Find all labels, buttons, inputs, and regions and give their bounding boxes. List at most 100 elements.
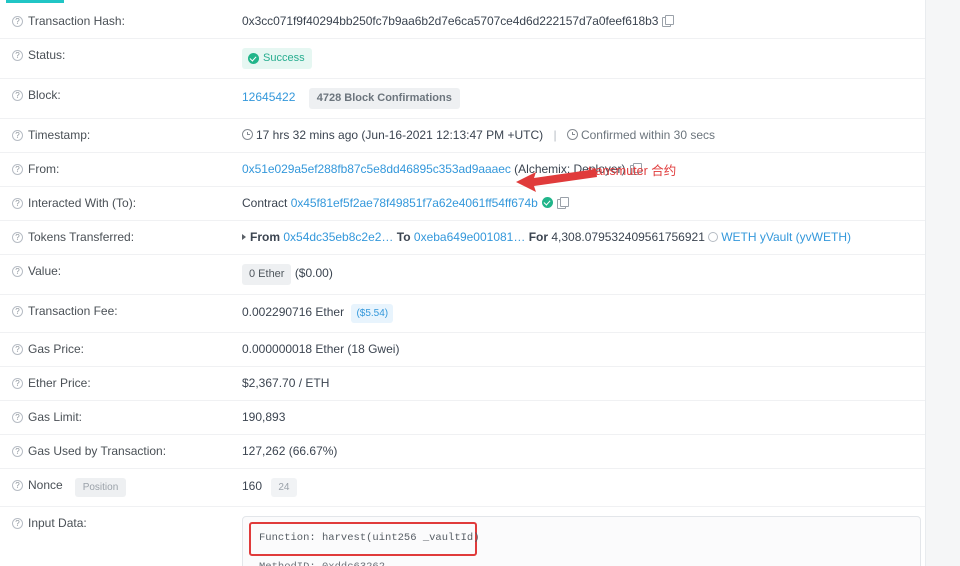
to-label: To — [396, 230, 411, 244]
row-value-gas-price: 0.000000018 Ether (18 Gwei) — [242, 342, 400, 356]
row-interacted-with: ? Interacted With (To): Contract 0x45f81… — [0, 187, 925, 221]
row-value-tokens-transferred: From 0x54dc35eb8c2e2… To 0xeba649e001081… — [242, 230, 925, 245]
help-icon[interactable]: ? — [12, 306, 23, 317]
help-icon[interactable]: ? — [12, 266, 23, 277]
label-text: Gas Used by Transaction: — [28, 444, 167, 458]
row-value-transaction-fee: 0.002290716 Ether ($5.54) — [242, 304, 925, 323]
row-value-value: 0 Ether ($0.00) — [242, 264, 925, 285]
input-function-line: Function: harvest(uint256 _vaultId) — [259, 532, 480, 544]
fee-usd-badge: ($5.54) — [351, 304, 394, 323]
row-value-gas-limit: 190,893 — [242, 410, 286, 424]
row-label-transaction-hash: ? Transaction Hash: — [0, 14, 242, 29]
help-icon[interactable]: ? — [12, 50, 23, 61]
for-label: For — [528, 230, 549, 244]
contract-address-link[interactable]: 0x45f81ef5f2ae78f49851f7a62e4061ff54ff67… — [291, 196, 538, 210]
value-ether-badge: 0 Ether — [242, 264, 292, 285]
confirmed-within-text: Confirmed within 30 secs — [580, 128, 716, 142]
row-transaction-fee: ? Transaction Fee: 0.002290716 Ether ($5… — [0, 295, 925, 333]
help-icon[interactable]: ? — [12, 16, 23, 27]
token-to-address-link[interactable]: 0xeba649e001081… — [414, 230, 525, 244]
help-icon[interactable]: ? — [12, 344, 23, 355]
row-from: ? From: 0x51e029a5ef288fb87c5e8dd46895c3… — [0, 153, 925, 187]
row-label-gas-used: ? Gas Used by Transaction: — [0, 444, 242, 459]
row-label-input-data: ? Input Data: — [0, 516, 242, 531]
row-transaction-hash: ? Transaction Hash: 0x3cc071f9f40294bb25… — [0, 5, 925, 39]
input-data-textarea[interactable]: Function: harvest(uint256 _vaultId) Meth… — [242, 516, 921, 566]
row-gas-used: ? Gas Used by Transaction: 127,262 (66.6… — [0, 435, 925, 469]
token-from-address-link[interactable]: 0x54dc35eb8c2e2… — [283, 230, 393, 244]
separator: | — [553, 128, 557, 142]
help-icon[interactable]: ? — [12, 232, 23, 243]
row-status: ? Status: Success — [0, 39, 925, 79]
row-value-nonce: 160 24 — [242, 478, 925, 497]
row-gas-price: ? Gas Price: 0.000000018 Ether (18 Gwei) — [0, 333, 925, 367]
label-text: Ether Price: — [28, 376, 91, 390]
help-icon[interactable]: ? — [12, 446, 23, 457]
row-label-value: ? Value: — [0, 264, 242, 279]
label-text: Block: — [28, 88, 61, 102]
help-icon[interactable]: ? — [12, 130, 23, 141]
label-text: Timestamp: — [28, 128, 91, 142]
row-nonce: ? Nonce Position 160 24 — [0, 469, 925, 507]
help-icon[interactable]: ? — [12, 90, 23, 101]
row-value-status: Success — [242, 48, 925, 69]
row-tokens-transferred: ? Tokens Transferred: From 0x54dc35eb8c2… — [0, 221, 925, 255]
transaction-hash-value: 0x3cc071f9f40294bb250fc7b9aa6b2d7e6ca570… — [242, 14, 659, 28]
block-number-link[interactable]: 12645422 — [242, 90, 295, 104]
label-text: Status: — [28, 48, 66, 62]
row-label-ether-price: ? Ether Price: — [0, 376, 242, 391]
transaction-rows: ? Transaction Hash: 0x3cc071f9f40294bb25… — [0, 0, 925, 566]
help-icon[interactable]: ? — [12, 198, 23, 209]
copy-icon[interactable] — [556, 197, 569, 209]
help-icon[interactable]: ? — [12, 164, 23, 175]
value-usd: ($0.00) — [294, 266, 333, 280]
row-label-block: ? Block: — [0, 88, 242, 103]
label-text: Gas Limit: — [28, 410, 83, 424]
transaction-details-card: ? Transaction Hash: 0x3cc071f9f40294bb25… — [0, 0, 926, 566]
block-confirmations-badge: 4728 Block Confirmations — [308, 88, 460, 109]
row-value-interacted-with: Contract 0x45f81ef5f2ae78f49851f7a62e406… — [242, 196, 925, 211]
row-label-interacted-with: ? Interacted With (To): — [0, 196, 242, 211]
from-address-link[interactable]: 0x51e029a5ef288fb87c5e8dd46895c353ad9aaa… — [242, 162, 511, 176]
row-label-from: ? From: — [0, 162, 242, 177]
position-value: 24 — [271, 478, 297, 497]
label-text: Input Data: — [28, 516, 87, 530]
copy-icon[interactable] — [662, 15, 675, 27]
token-logo-icon — [708, 232, 719, 242]
row-value: ? Value: 0 Ether ($0.00) — [0, 255, 925, 295]
active-tab-indicator — [6, 0, 64, 3]
row-ether-price: ? Ether Price: $2,367.70 / ETH — [0, 367, 925, 401]
label-text: Transaction Fee: — [28, 304, 118, 318]
clock-icon — [566, 129, 578, 140]
row-label-tokens-transferred: ? Tokens Transferred: — [0, 230, 242, 245]
contract-prefix: Contract — [242, 196, 288, 210]
token-name-link[interactable]: WETH yVault (yvWETH) — [721, 230, 851, 244]
row-label-timestamp: ? Timestamp: — [0, 128, 242, 143]
annotation-arrow-icon — [516, 169, 597, 192]
row-gas-limit: ? Gas Limit: 190,893 — [0, 401, 925, 435]
row-value-ether-price: $2,367.70 / ETH — [242, 376, 330, 390]
row-label-status: ? Status: — [0, 48, 242, 63]
row-value-transaction-hash: 0x3cc071f9f40294bb250fc7b9aa6b2d7e6ca570… — [242, 14, 925, 29]
help-icon[interactable]: ? — [12, 378, 23, 389]
fee-ether: 0.002290716 Ether — [242, 305, 345, 319]
position-tag: Position — [74, 478, 127, 497]
label-text: Value: — [28, 264, 62, 278]
help-icon[interactable]: ? — [12, 412, 23, 423]
label-text: Gas Price: — [28, 342, 85, 356]
from-label: From — [250, 230, 280, 244]
transaction-details-page: ? Transaction Hash: 0x3cc071f9f40294bb25… — [0, 0, 960, 566]
input-method-id-line: MethodID: 0xddc63262 — [259, 561, 385, 566]
help-icon[interactable]: ? — [12, 518, 23, 529]
token-amount: 4,308.079532409561756921 — [551, 230, 705, 244]
row-timestamp: ? Timestamp: 17 hrs 32 mins ago (Jun-16-… — [0, 119, 925, 153]
row-value-gas-used: 127,262 (66.67%) — [242, 444, 338, 458]
label-text: Nonce — [28, 478, 63, 492]
row-label-nonce: ? Nonce Position — [0, 478, 242, 497]
nonce-value: 160 — [242, 479, 263, 493]
row-value-timestamp: 17 hrs 32 mins ago (Jun-16-2021 12:13:47… — [242, 128, 925, 143]
clock-icon — [242, 129, 253, 140]
label-text: Transaction Hash: — [28, 14, 125, 28]
help-icon[interactable]: ? — [12, 480, 23, 491]
expand-caret-icon[interactable] — [242, 234, 246, 240]
